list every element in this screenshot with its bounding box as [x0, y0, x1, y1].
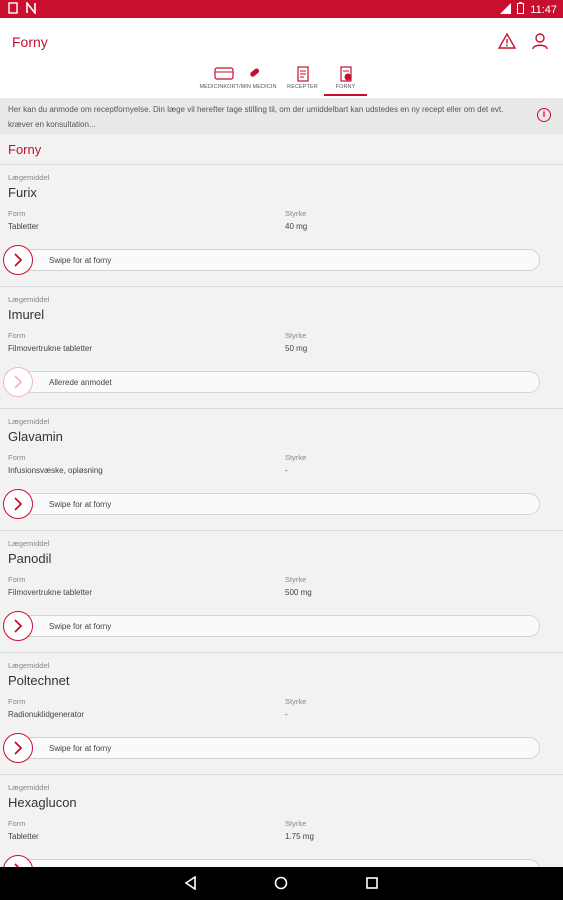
strength-value: 50 mg — [285, 344, 308, 353]
back-icon[interactable] — [184, 875, 198, 895]
swipe-handle[interactable] — [3, 245, 33, 275]
tab-bar: MEDICINKORT/MIN MEDICIN RECEPTER FORNY — [195, 64, 367, 96]
home-icon[interactable] — [274, 876, 288, 895]
swipe-handle[interactable] — [3, 733, 33, 763]
form-value: Radionuklidgenerator — [8, 710, 85, 719]
swipe-handle — [3, 367, 33, 397]
swipe-handle[interactable] — [3, 611, 33, 641]
medicine-card-icon — [195, 66, 281, 80]
form-caption: Form — [8, 453, 26, 462]
swipe-track[interactable]: Swipe for at forny — [6, 249, 540, 271]
drug-caption: Lægemiddel — [8, 539, 50, 548]
swipe-track[interactable]: Allerede anmodet — [6, 371, 540, 393]
info-icon[interactable]: i — [537, 108, 551, 122]
strength-value: - — [285, 466, 288, 475]
medicine-card: Lægemiddel Imurel Form Filmovertrukne table… — [0, 287, 563, 409]
drug-name: Poltechnet — [8, 673, 70, 688]
strength-caption: Styrke — [285, 819, 307, 828]
medicine-card: Lægemiddel Hexaglucon Form Tabletter Styrke 1… — [0, 775, 563, 867]
info-text: Her kan du anmode om receptfornyelse. Di… — [8, 105, 504, 129]
form-value: Tabletter — [8, 222, 39, 231]
info-banner: Her kan du anmode om receptfornyelse. Di… — [0, 98, 563, 134]
chevron-right-icon — [14, 741, 23, 755]
swipe-track[interactable]: Swipe for at forny — [6, 737, 540, 759]
medicine-list: Lægemiddel Furix Form Tabletter Styrke 40 mg S… — [0, 164, 563, 867]
strength-caption: Styrke — [285, 331, 307, 340]
renew-icon — [338, 66, 354, 82]
profile-icon[interactable] — [531, 32, 549, 50]
swipe-track[interactable]: Swipe for at forny — [6, 493, 540, 515]
strength-caption: Styrke — [285, 575, 307, 584]
tab-forny[interactable]: FORNY — [324, 64, 367, 96]
signal-icon — [500, 2, 512, 17]
swipe-label: Swipe for at forny — [49, 500, 112, 509]
medicine-card: Lægemiddel Furix Form Tabletter Styrke 40 mg S… — [0, 165, 563, 287]
drug-name: Furix — [8, 185, 37, 200]
form-value: Filmovertrukne tabletter — [8, 344, 93, 353]
swipe-label: Allerede anmodet — [49, 378, 112, 387]
strength-value: - — [285, 710, 288, 719]
strength-caption: Styrke — [285, 453, 307, 462]
medicine-card: Lægemiddel Glavamin Form Infusionsvæske, op… — [0, 409, 563, 531]
chevron-right-icon — [14, 497, 23, 511]
chevron-right-icon — [14, 253, 23, 267]
form-caption: Form — [8, 331, 26, 340]
strength-value: 500 mg — [285, 588, 312, 597]
status-bar: 11:47 — [0, 0, 563, 18]
form-value: Filmovertrukne tabletter — [8, 588, 93, 597]
chevron-right-icon — [14, 619, 23, 633]
strength-value: 40 mg — [285, 222, 308, 231]
swipe-label: Swipe for at forny — [49, 744, 112, 753]
strength-caption: Styrke — [285, 209, 307, 218]
tab-medicine-card[interactable]: MEDICINKORT/MIN MEDICIN — [195, 64, 281, 96]
drug-caption: Lægemiddel — [8, 417, 50, 426]
swipe-label: Swipe for at forny — [49, 256, 112, 265]
drug-name: Glavamin — [8, 429, 63, 444]
form-caption: Form — [8, 209, 26, 218]
drug-name: Imurel — [8, 307, 45, 322]
navigation-bar — [0, 867, 563, 900]
drug-name: Hexaglucon — [8, 795, 77, 810]
page-title: Forny — [12, 34, 48, 50]
tab-recepter[interactable]: RECEPTER — [281, 64, 324, 96]
form-caption: Form — [8, 575, 26, 584]
warning-icon[interactable] — [497, 32, 517, 50]
form-caption: Form — [8, 697, 26, 706]
drug-caption: Lægemiddel — [8, 783, 50, 792]
app-bar: Forny MEDICINKORT/MIN MEDICIN RECEPTER F… — [0, 18, 563, 98]
form-value: Infusionsvæske, opløsning — [8, 466, 103, 475]
drug-caption: Lægemiddel — [8, 661, 50, 670]
medicine-card: Lægemiddel Poltechnet Form Radionuklidgener… — [0, 653, 563, 775]
chevron-right-icon — [14, 375, 23, 389]
clock: 11:47 — [530, 3, 557, 16]
drug-name: Panodil — [8, 551, 52, 566]
strength-caption: Styrke — [285, 697, 307, 706]
drug-caption: Lægemiddel — [8, 295, 50, 304]
prescription-icon — [295, 66, 311, 82]
strength-value: 1.75 mg — [285, 832, 314, 841]
recents-icon[interactable] — [365, 876, 379, 895]
swipe-track[interactable]: Swipe for at forny — [6, 859, 540, 867]
form-caption: Form — [8, 819, 26, 828]
notification-icon — [8, 2, 18, 17]
drug-caption: Lægemiddel — [8, 173, 50, 182]
medicine-card: Lægemiddel Panodil Form Filmovertrukne tabl… — [0, 531, 563, 653]
form-value: Tabletter — [8, 832, 39, 841]
swipe-handle[interactable] — [3, 489, 33, 519]
swipe-label: Swipe for at forny — [49, 622, 112, 631]
section-title: Forny — [8, 142, 42, 157]
n-icon — [26, 0, 36, 17]
swipe-handle[interactable] — [3, 855, 33, 867]
battery-icon — [517, 2, 525, 17]
swipe-track[interactable]: Swipe for at forny — [6, 615, 540, 637]
